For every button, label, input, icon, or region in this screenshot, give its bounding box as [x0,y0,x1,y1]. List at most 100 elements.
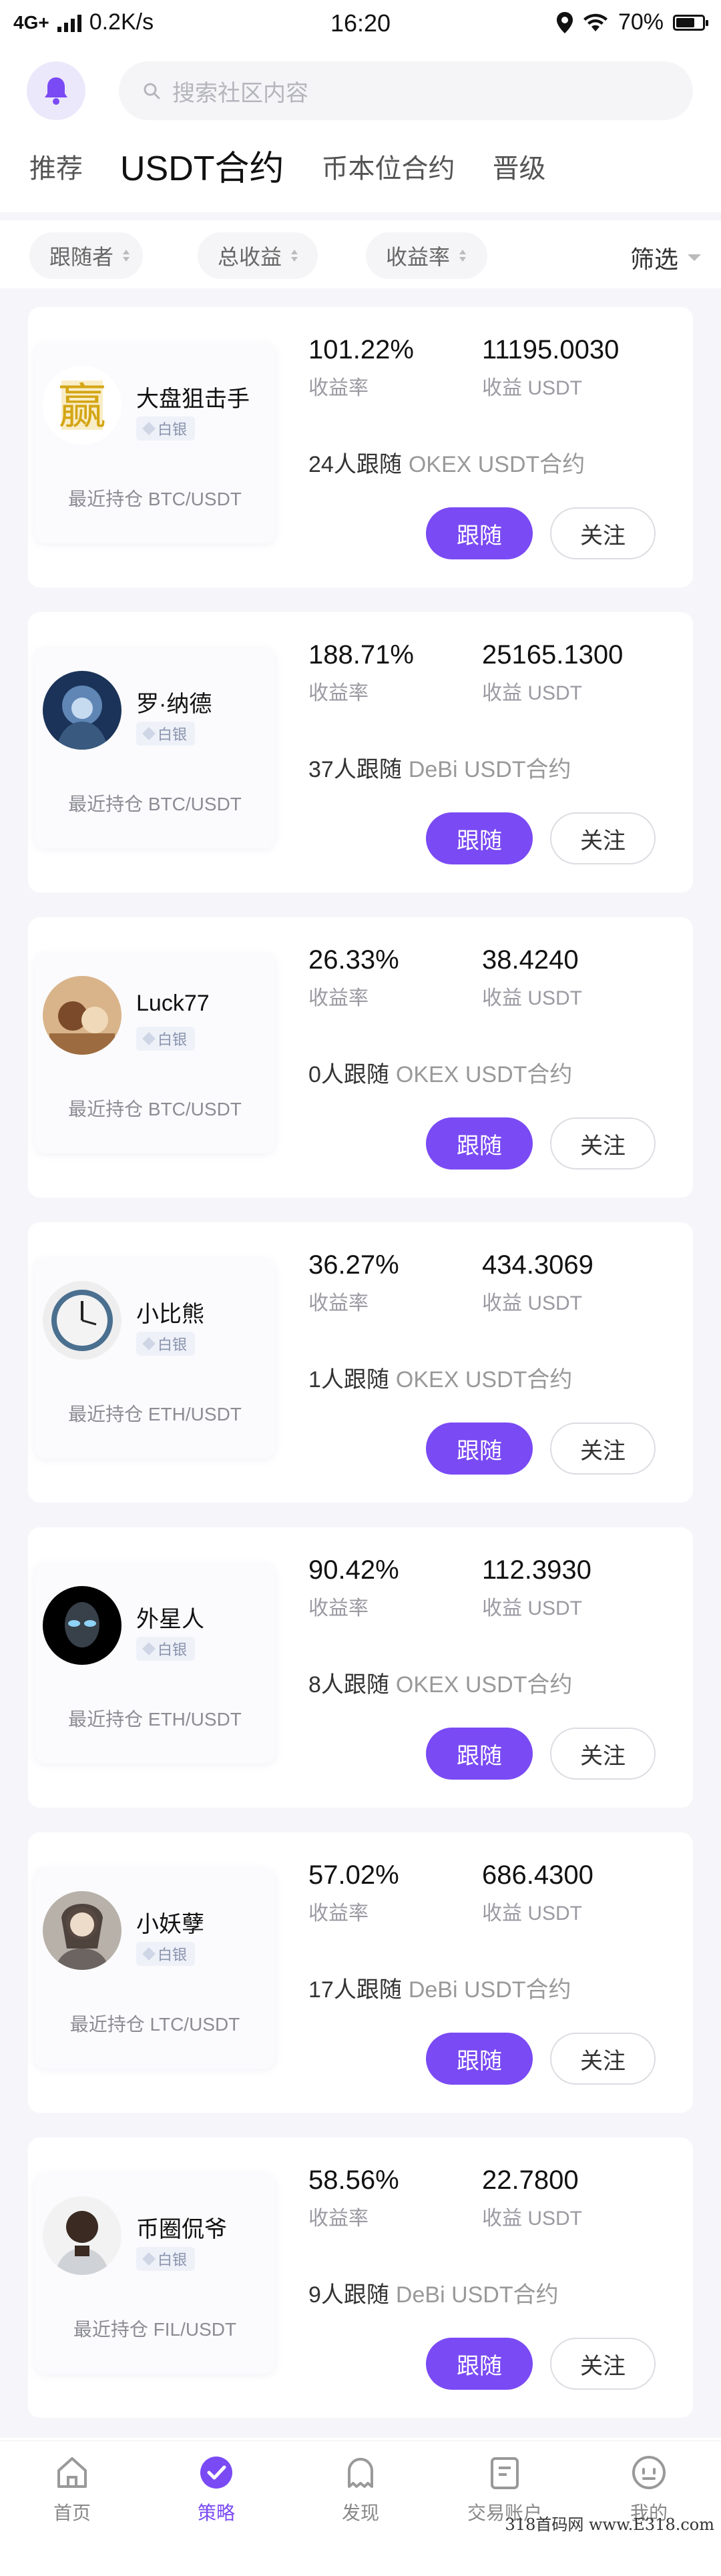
filter-button[interactable]: 筛选 [630,240,701,275]
trader-card[interactable]: 赢 大盘狙击手 白银 最近持仓 BTC/USDT 101.22% 收益率 111… [28,307,693,587]
return-rate-stat: 26.33% 收益率 [308,944,399,1011]
watch-button[interactable]: 关注 [550,1728,656,1780]
return-rate-value: 26.33% [308,945,399,975]
level-badge-label: 白银 [158,1641,188,1658]
watch-button[interactable]: 关注 [550,507,656,559]
trader-card[interactable]: 小妖孽 白银 最近持仓 LTC/USDT 57.02% 收益率 686.4300… [28,1832,693,2113]
sort-rate-chip[interactable]: 收益率 [366,232,487,279]
watch-button[interactable]: 关注 [550,2338,656,2390]
avatar[interactable] [43,1891,122,1970]
trader-profile[interactable]: 外星人 白银 最近持仓 ETH/USDT [35,1563,275,1764]
profit-value: 25165.1300 [482,640,624,670]
profit-value: 22.7800 [482,2165,579,2195]
return-rate-label: 收益率 [308,1597,369,1619]
watch-button[interactable]: 关注 [550,2033,656,2085]
profit-stat: 11195.0030 收益 USDT [482,334,619,401]
follow-button[interactable]: 跟随 [426,1728,533,1780]
tab-bar: 推荐 USDT合约 币本位合约 晋级 [29,146,583,192]
trader-name: 罗·纳德 [136,692,212,717]
trader-card[interactable]: 罗·纳德 白银 最近持仓 BTC/USDT 188.71% 收益率 25165.… [28,612,693,892]
avatar[interactable] [43,671,122,750]
avatar[interactable] [43,1281,122,1360]
watch-button[interactable]: 关注 [550,1423,656,1475]
profit-stat: 38.4240 收益 USDT [482,944,582,1011]
avatar[interactable]: 赢 [43,366,122,445]
follower-info: 9人跟随 DeBi USDT合约 [308,2276,559,2309]
exchange-name: DeBi USDT合约 [408,1977,571,2003]
follower-info: 0人跟随 OKEX USDT合约 [308,1056,572,1089]
return-rate-value: 58.56% [308,2165,399,2195]
search-icon [144,83,160,99]
trader-card[interactable]: 小比熊 白银 最近持仓 ETH/USDT 36.27% 收益率 434.3069… [28,1222,693,1503]
follow-button[interactable]: 跟随 [426,1423,533,1475]
return-rate-label: 收益率 [308,377,369,399]
profit-value: 112.3930 [482,1555,591,1585]
avatar[interactable] [43,976,122,1055]
level-badge: 白银 [136,1942,196,1966]
nav-home[interactable]: 首页 [19,2453,126,2525]
tab-promotion[interactable]: 晋级 [493,146,546,192]
level-badge: 白银 [136,417,196,441]
follower-count: 8人跟随 [308,1672,389,1698]
watermark: 318首码网 www.E318.com [505,2515,714,2534]
return-rate-value: 90.42% [308,1555,399,1585]
trader-card[interactable]: 币圈侃爷 白银 最近持仓 FIL/USDT 58.56% 收益率 22.7800… [28,2137,693,2418]
return-rate-value: 57.02% [308,1860,399,1890]
trader-card[interactable]: Luck77 白银 最近持仓 BTC/USDT 26.33% 收益率 38.42… [28,917,693,1198]
trader-name: 小妖孽 [136,1912,204,1937]
profit-label: 收益 USDT [482,682,582,704]
level-badge: 白银 [136,1637,196,1661]
exchange-name: OKEX USDT合约 [395,1672,573,1698]
trader-profile[interactable]: 罗·纳德 白银 最近持仓 BTC/USDT [35,648,275,848]
nav-strategy[interactable]: 策略 [163,2453,270,2525]
svg-text:赢: 赢 [58,378,106,435]
trader-profile[interactable]: 小比熊 白银 最近持仓 ETH/USDT [35,1258,275,1459]
nav-discover[interactable]: 发现 [307,2453,414,2525]
profit-stat: 22.7800 收益 USDT [482,2164,582,2231]
return-rate-stat: 58.56% 收益率 [308,2164,399,2231]
follow-button[interactable]: 跟随 [426,507,533,559]
follow-button[interactable]: 跟随 [426,2338,533,2390]
level-badge-label: 白银 [158,421,188,438]
tab-coin-contract[interactable]: 币本位合约 [322,146,455,192]
follower-info: 37人跟随 DeBi USDT合约 [308,751,571,784]
follow-button[interactable]: 跟随 [426,2033,533,2085]
watch-button[interactable]: 关注 [550,1117,656,1170]
sort-profit-chip[interactable]: 总收益 [198,232,318,279]
trader-profile[interactable]: 赢 大盘狙击手 白银 最近持仓 BTC/USDT [35,343,275,543]
trader-card[interactable]: 外星人 白银 最近持仓 ETH/USDT 90.42% 收益率 112.3930… [28,1527,693,1808]
tab-usdt-contract[interactable]: USDT合约 [120,146,284,192]
avatar[interactable] [43,1586,122,1665]
battery-percent: 70% [618,9,664,35]
watch-button[interactable]: 关注 [550,812,656,864]
bell-icon [45,77,67,105]
recent-holding: 最近持仓 BTC/USDT [68,489,242,509]
return-rate-stat: 36.27% 收益率 [308,1249,399,1316]
strategy-icon [200,2457,232,2489]
location-icon [556,11,573,33]
profit-stat: 434.3069 收益 USDT [482,1249,593,1316]
account-icon [491,2457,519,2489]
avatar[interactable] [43,2196,122,2275]
profit-stat: 112.3930 收益 USDT [482,1554,591,1621]
level-badge: 白银 [136,1027,196,1051]
trader-profile[interactable]: 小妖孽 白银 最近持仓 LTC/USDT [35,1868,275,2069]
follow-button[interactable]: 跟随 [426,812,533,864]
sort-followers-chip[interactable]: 跟随者 [29,232,143,279]
trader-profile[interactable]: 币圈侃爷 白银 最近持仓 FIL/USDT [35,2173,275,2374]
diamond-icon [142,1032,156,1045]
trader-profile[interactable]: Luck77 白银 最近持仓 BTC/USDT [35,953,275,1153]
trader-list: 赢 大盘狙击手 白银 最近持仓 BTC/USDT 101.22% 收益率 111… [0,288,721,2576]
search-bar[interactable]: 搜索社区内容 [119,61,693,120]
notification-button[interactable] [27,61,85,120]
profit-label: 收益 USDT [482,1292,582,1314]
divider [0,212,721,220]
tab-recommend[interactable]: 推荐 [29,146,83,192]
trader-name: Luck77 [136,991,210,1016]
profit-value: 434.3069 [482,1250,593,1280]
diamond-icon [142,1642,156,1655]
follow-button[interactable]: 跟随 [426,1117,533,1170]
follower-count: 24人跟随 [308,452,402,477]
recent-holding: 最近持仓 LTC/USDT [69,2014,240,2035]
wifi-icon [583,13,608,31]
